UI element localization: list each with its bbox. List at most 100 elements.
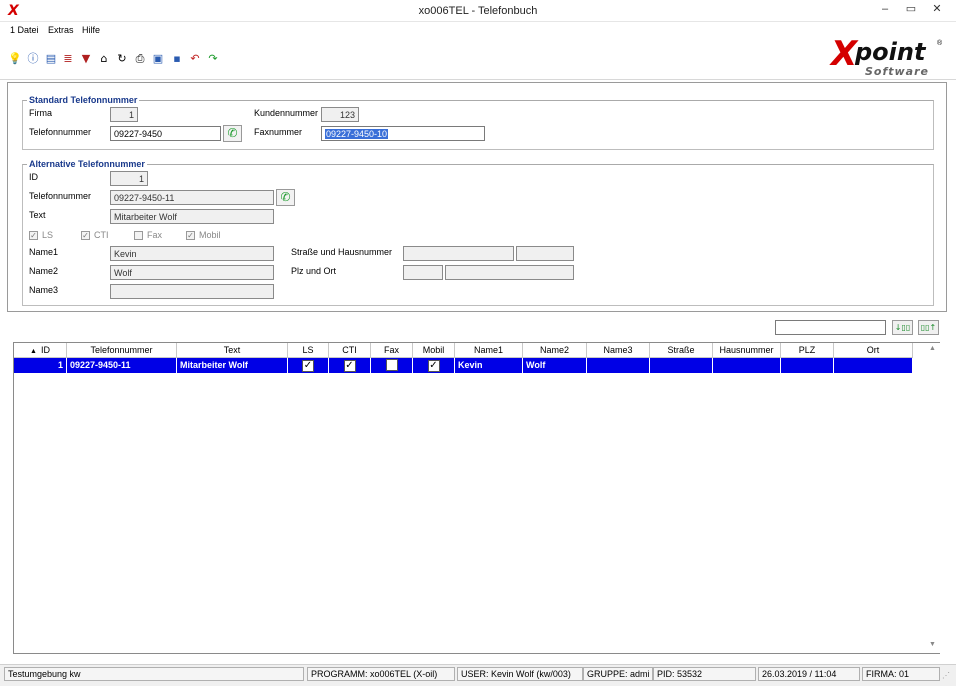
lightbulb-icon[interactable]: 💡 <box>8 52 22 66</box>
mobil-checked-icon[interactable]: ✓ <box>427 360 440 372</box>
col-header-name3[interactable]: Name3 <box>587 343 650 358</box>
plz-field[interactable] <box>403 265 443 280</box>
resize-grip-icon[interactable]: ⋰ <box>942 671 950 680</box>
filter-icon[interactable]: ▼ <box>79 52 93 66</box>
refresh-icon[interactable]: ↻ <box>115 52 129 66</box>
search-input[interactable] <box>775 320 886 335</box>
cell-name2[interactable]: Wolf <box>523 358 587 373</box>
cell-hausnummer[interactable] <box>713 358 781 373</box>
col-header-mobil[interactable]: Mobil <box>413 343 455 358</box>
alt-telefon-field[interactable]: 09227-9450-11 <box>110 190 274 205</box>
cell-fax[interactable] <box>371 358 413 373</box>
col-header-ls[interactable]: LS <box>288 343 329 358</box>
phone-grid: ▲ ID Telefonnummer Text LS CTI Fax Mobil … <box>13 342 940 654</box>
menu-hilfe[interactable]: Hilfe <box>82 25 100 35</box>
menu-extras[interactable]: Extras <box>48 25 74 35</box>
cell-name3[interactable] <box>587 358 650 373</box>
telefon-label: Telefonnummer <box>29 127 92 137</box>
name3-field[interactable] <box>110 284 274 299</box>
cti-checkbox-label: CTI <box>94 230 109 240</box>
screen-icon[interactable]: ▣ <box>151 52 165 66</box>
undo-icon[interactable]: ↶ <box>188 52 202 66</box>
mobil-checkbox-label: Mobil <box>199 230 221 240</box>
telefon-field[interactable]: 09227-9450 <box>110 126 221 141</box>
fax-checkbox[interactable]: Fax <box>134 230 163 241</box>
home-icon[interactable]: ⌂ <box>97 52 111 66</box>
col-header-plz[interactable]: PLZ <box>781 343 834 358</box>
faxnummer-selected-text: 09227-9450-10 <box>325 129 389 139</box>
kundennummer-label: Kundennummer <box>254 108 319 118</box>
vertical-scrollbar[interactable]: ▲ ▼ <box>926 343 940 653</box>
title-bar: X xo006TEL - Telefonbuch – ▭ ✕ <box>0 0 956 22</box>
cell-id[interactable]: 1 <box>14 358 67 373</box>
faxnummer-field[interactable]: 09227-9450-10 <box>321 126 485 141</box>
name2-field[interactable]: Wolf <box>110 265 274 280</box>
col-header-ort[interactable]: Ort <box>834 343 913 358</box>
cell-mobil[interactable]: ✓ <box>413 358 455 373</box>
scroll-down-icon[interactable]: ▼ <box>929 641 936 648</box>
firma-field[interactable]: 1 <box>110 107 138 122</box>
cti-checkbox[interactable]: ✓ CTI <box>81 230 109 241</box>
menu-datei[interactable]: 1 Datei <box>10 25 39 35</box>
minimize-button[interactable]: – <box>872 0 898 20</box>
standard-phone-group: Standard Telefonnummer <box>22 95 934 150</box>
cell-strasse[interactable] <box>650 358 713 373</box>
col-header-text[interactable]: Text <box>177 343 288 358</box>
col-header-telefonnummer[interactable]: Telefonnummer <box>67 343 177 358</box>
dial-phone-icon[interactable]: ✆ <box>223 125 242 142</box>
cell-ort[interactable] <box>834 358 913 373</box>
col-header-hausnummer[interactable]: Hausnummer <box>713 343 781 358</box>
alt-dial-phone-icon[interactable]: ✆ <box>276 189 295 206</box>
menu-bar: 1 Datei Extras Hilfe <box>0 22 956 38</box>
ort-field[interactable] <box>445 265 574 280</box>
kundennummer-field[interactable]: 123 <box>321 107 359 122</box>
status-gruppe: GRUPPE: admi <box>583 667 653 681</box>
hausnummer-field[interactable] <box>516 246 574 261</box>
scroll-up-icon[interactable]: ▲ <box>929 345 936 352</box>
mobil-check-icon: ✓ <box>186 231 195 241</box>
col-header-fax[interactable]: Fax <box>371 343 413 358</box>
window-title: xo006TEL - Telefonbuch <box>418 5 538 17</box>
cell-name1[interactable]: Kevin <box>455 358 523 373</box>
print-icon[interactable]: ⎙ <box>133 52 147 66</box>
fax-unchecked-icon[interactable] <box>385 359 398 371</box>
status-datetime: 26.03.2019 / 11:04 <box>758 667 860 681</box>
id-field[interactable]: 1 <box>110 171 148 186</box>
strasse-field[interactable] <box>403 246 514 261</box>
name3-label: Name3 <box>29 285 59 295</box>
ls-checkbox-label: LS <box>42 230 54 240</box>
close-button[interactable]: ✕ <box>924 0 950 20</box>
col-header-name1[interactable]: Name1 <box>455 343 523 358</box>
cell-plz[interactable] <box>781 358 834 373</box>
name1-field[interactable]: Kevin <box>110 246 274 261</box>
search-up-icon[interactable]: ▯▯↑ <box>918 320 939 335</box>
cell-telefonnummer[interactable]: 09227-9450-11 <box>67 358 177 373</box>
info-icon[interactable]: ⓘ <box>26 52 40 66</box>
cell-ls[interactable]: ✓ <box>288 358 329 373</box>
status-programm: PROGRAMM: xo006TEL (X-oil) <box>307 667 455 681</box>
col-header-name2[interactable]: Name2 <box>523 343 587 358</box>
mobil-checkbox[interactable]: ✓ Mobil <box>186 230 221 241</box>
redo-icon[interactable]: ↷ <box>206 52 220 66</box>
database-icon[interactable]: ≣ <box>61 52 75 66</box>
col-header-cti[interactable]: CTI <box>329 343 371 358</box>
ls-checked-icon[interactable]: ✓ <box>302 360 314 372</box>
text-field[interactable]: Mitarbeiter Wolf <box>110 209 274 224</box>
cti-checked-icon[interactable]: ✓ <box>343 360 356 372</box>
fax-checkbox-label: Fax <box>147 230 163 240</box>
col-header-strasse[interactable]: Straße <box>650 343 713 358</box>
book-icon[interactable]: ▤ <box>44 52 58 66</box>
cell-text[interactable]: Mitarbeiter Wolf <box>177 358 288 373</box>
status-user: USER: Kevin Wolf (kw/003) <box>457 667 583 681</box>
search-down-icon[interactable]: ↓▯▯ <box>892 320 913 335</box>
save-icon[interactable]: ▪ <box>170 52 184 66</box>
col-header-id-label: ID <box>40 345 50 355</box>
cell-cti[interactable]: ✓ <box>329 358 371 373</box>
col-header-id[interactable]: ▲ ID <box>14 343 67 358</box>
ls-check-icon: ✓ <box>29 231 38 241</box>
ls-checkbox[interactable]: ✓ LS <box>29 230 54 241</box>
strasse-label: Straße und Hausnummer <box>291 247 393 257</box>
logo-registered: ® <box>937 40 943 47</box>
maximize-button[interactable]: ▭ <box>898 0 924 20</box>
sort-asc-icon: ▲ <box>30 348 37 355</box>
